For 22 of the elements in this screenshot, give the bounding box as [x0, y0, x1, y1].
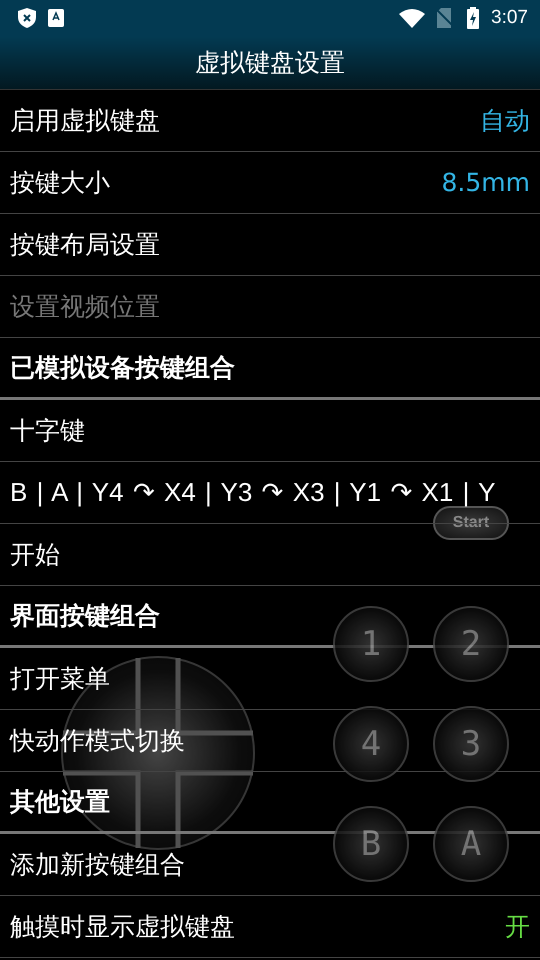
- setting-label[interactable]: 开始: [10, 538, 60, 571]
- section-header: 界面按键组合: [10, 600, 160, 632]
- setting-value: 8.5mm: [442, 168, 530, 197]
- setting-label[interactable]: 十字键: [10, 414, 85, 447]
- shield-icon: [18, 8, 36, 28]
- wifi-icon: [399, 8, 426, 28]
- setting-value: 开: [505, 911, 530, 943]
- battery-icon: [467, 7, 480, 29]
- setting-label[interactable]: 按键布局设置: [10, 228, 160, 261]
- setting-value: 自动: [480, 105, 530, 137]
- setting-label[interactable]: 添加新按键组合: [10, 848, 185, 881]
- section-header: 已模拟设备按键组合: [10, 352, 235, 384]
- setting-label[interactable]: B | A | Y4 ↷ X4 | Y3 ↷ X3 | Y1 ↷ X1 | Y: [10, 477, 496, 508]
- setting-label[interactable]: 按键大小: [10, 166, 110, 199]
- setting-label[interactable]: 打开菜单: [10, 662, 110, 695]
- setting-label[interactable]: 启用虚拟键盘: [10, 104, 160, 137]
- screen-title: 虚拟键盘设置: [195, 47, 345, 79]
- section-header: 其他设置: [10, 786, 110, 818]
- clock-time: 3:07: [491, 7, 528, 29]
- keyboard-icon: [48, 9, 64, 27]
- setting-label[interactable]: 快动作模式切换: [10, 724, 185, 757]
- setting-label[interactable]: 触摸时显示虚拟键盘: [10, 910, 235, 943]
